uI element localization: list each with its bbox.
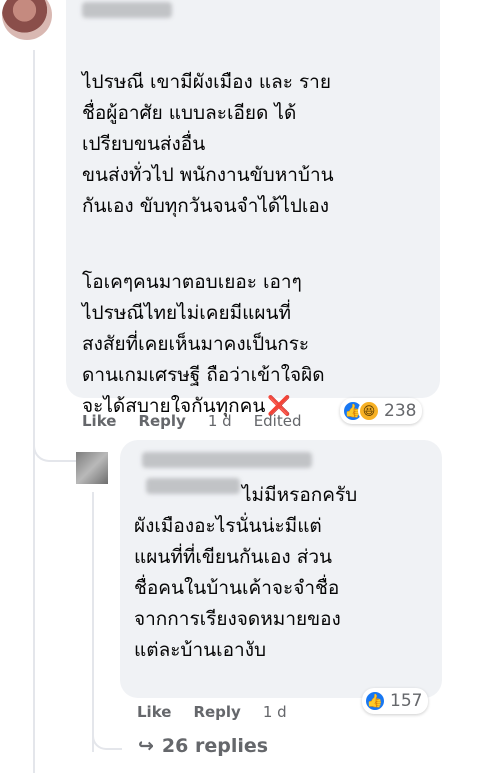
comment-text: ไปรษณี เขามีผังเมือง และ ราย ชื่อผู้อาศั… xyxy=(82,36,424,453)
view-replies-link[interactable]: ↪ 26 replies xyxy=(138,735,268,757)
reply-line-1: ไม่มีหรอกครับ xyxy=(242,484,358,506)
reply-avatar[interactable] xyxy=(76,452,108,484)
reply-line-2: ผังเมืองอะไรนั่นน่ะมีแต่ xyxy=(134,515,322,537)
like-icon: 👍 xyxy=(364,690,386,712)
author-name-blurred[interactable] xyxy=(82,2,172,18)
reaction-count: 238 xyxy=(384,401,417,421)
reply-thread-connector xyxy=(92,722,122,750)
reply-text: ไม่มีหรอกครับ ผังเมืองอะไรนั่นน่ะมีแต่ แ… xyxy=(134,480,357,666)
reply-reply-button[interactable]: Reply xyxy=(193,703,240,721)
timestamp[interactable]: 1 d xyxy=(208,412,232,430)
reply-timestamp[interactable]: 1 d xyxy=(263,703,287,721)
reply-thread-line xyxy=(92,492,94,752)
edited-label[interactable]: Edited xyxy=(254,412,302,430)
comment-bubble: ไปรษณี เขามีผังเมือง และ ราย ชื่อผู้อาศั… xyxy=(66,0,440,417)
avatar[interactable] xyxy=(2,0,52,40)
thread-line xyxy=(33,50,35,773)
comment-paragraph-1: ไปรษณี เขามีผังเมือง และ ราย ชื่อผู้อาศั… xyxy=(82,71,334,217)
reply-actions: Like Reply 1 d xyxy=(137,703,287,721)
replies-count-label: 26 replies xyxy=(161,735,269,757)
reply-line-3: แผนที่ที่เขียนกันเอง ส่วน xyxy=(134,546,332,568)
thread-connector xyxy=(33,428,79,462)
reply-line-6: แต่ละบ้านเอางับ xyxy=(134,639,267,661)
reply-like-button[interactable]: Like xyxy=(137,703,171,721)
reply-arrow-icon: ↪ xyxy=(138,735,154,757)
reply-author-name-blurred[interactable] xyxy=(142,452,312,468)
reply-reaction-summary[interactable]: 👍 157 xyxy=(362,688,429,714)
reply-bubble: ไม่มีหรอกครับ ผังเมืองอะไรนั่นน่ะมีแต่ แ… xyxy=(120,440,442,698)
reply-button[interactable]: Reply xyxy=(138,412,185,430)
reply-reaction-count: 157 xyxy=(390,691,423,711)
reply-line-5: จากการเรียงจดหมายของ xyxy=(134,608,341,630)
reaction-summary[interactable]: 👍 😆 238 xyxy=(340,398,423,424)
reply-line-4: ชื่อคนในบ้านเค้าจะจำชื่อ xyxy=(134,577,340,599)
haha-icon: 😆 xyxy=(358,400,380,422)
like-button[interactable]: Like xyxy=(82,412,116,430)
comment-actions: Like Reply 1 d Edited xyxy=(82,412,302,430)
